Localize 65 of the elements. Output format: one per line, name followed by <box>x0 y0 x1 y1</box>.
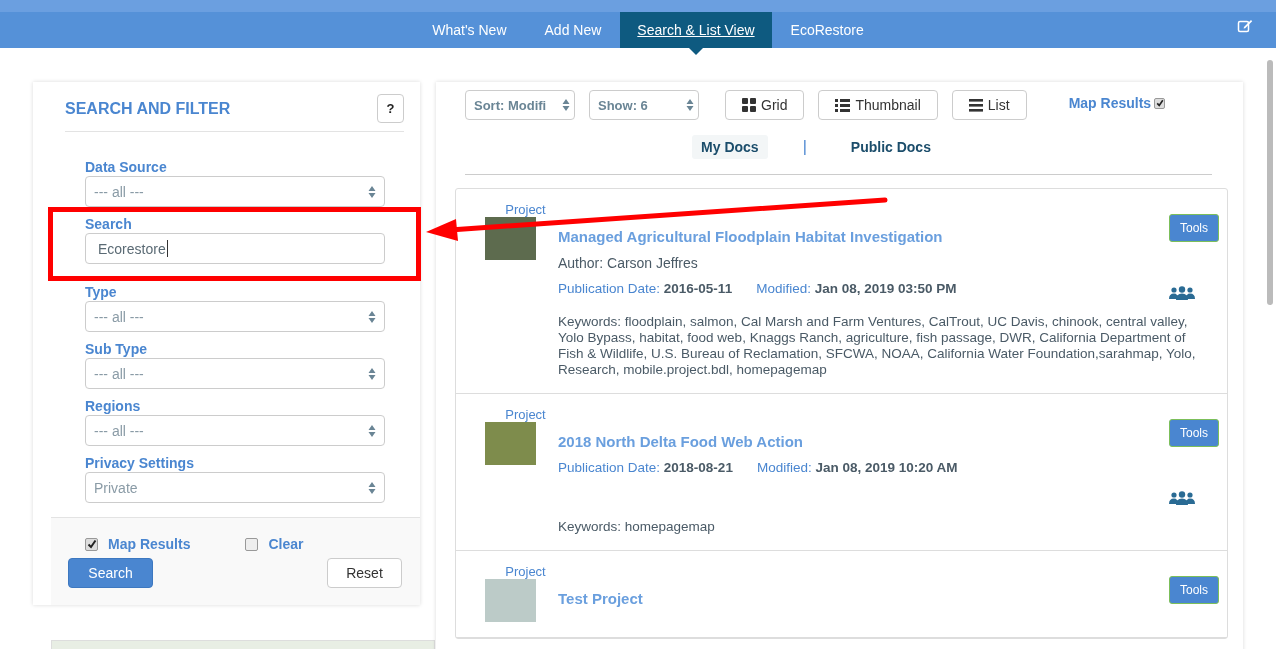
checkbox[interactable] <box>1154 97 1166 109</box>
select-field[interactable]: --- all --- <box>85 176 385 207</box>
result-title-link[interactable]: 2018 North Delta Food Web Action <box>558 433 804 450</box>
view-button[interactable]: Thumbnail <box>818 90 938 120</box>
tools-button[interactable]: Tools <box>1169 419 1219 447</box>
up-down-arrows-icon <box>368 366 376 381</box>
tools-button[interactable]: Tools <box>1169 214 1219 242</box>
modified-date: Modified: Jan 08, 2019 10:20 AM <box>756 460 958 475</box>
select-field[interactable]: --- all --- <box>85 358 385 389</box>
tab-separator: | <box>802 138 807 156</box>
type-label: Project <box>505 202 546 217</box>
edit-icon[interactable] <box>1237 18 1253 34</box>
modified-date: Modified: Jan 08, 2019 03:50 PM <box>756 281 957 296</box>
tools-button[interactable]: Tools <box>1169 576 1219 604</box>
type-label: Project <box>505 564 546 579</box>
nav-tab[interactable]: EcoRestore <box>771 12 883 48</box>
checkbox[interactable] <box>245 537 259 551</box>
group-icon <box>1169 491 1195 505</box>
publication-date: Publication Date: 2018-08-21 <box>558 460 733 475</box>
field-label: Sub Type <box>85 340 147 358</box>
tab-pointer-icon <box>688 48 703 55</box>
checkbox-label[interactable]: Clear <box>268 536 304 552</box>
view-button[interactable]: Grid <box>725 90 805 120</box>
author-text: Author: Carson Jeffres <box>558 255 698 271</box>
nav-tab[interactable]: What's New <box>413 12 526 48</box>
field-label: Privacy Settings <box>85 454 194 472</box>
list-icon <box>835 98 851 112</box>
keywords-text: Keywords: homepagemap <box>558 519 716 535</box>
result-title-link[interactable]: Managed Agricultural Floodplain Habitat Investigation <box>558 228 943 245</box>
docs-tab[interactable]: Public Docs <box>841 135 940 159</box>
checkbox-label[interactable]: Map Results <box>108 536 191 552</box>
view-button[interactable]: List <box>951 90 1027 120</box>
field-label: Regions <box>85 397 141 415</box>
show-select[interactable]: Show: 6 <box>589 90 699 120</box>
publication-date: Publication Date: 2016-05-11 <box>558 281 733 296</box>
field-label: Data Source <box>85 158 167 176</box>
reset-button[interactable]: Reset <box>327 558 402 588</box>
select-field[interactable]: --- all --- <box>85 415 385 446</box>
up-down-arrows-icon <box>368 309 376 324</box>
result-title-link[interactable]: Test Project <box>558 590 643 607</box>
sort-select[interactable]: Sort: Modifi <box>465 90 575 120</box>
search-field[interactable]: Ecorestore <box>85 233 385 264</box>
docs-tab[interactable]: My Docs <box>692 135 768 159</box>
search-button[interactable]: Search <box>68 558 153 588</box>
up-down-arrows-icon <box>562 98 570 112</box>
field-label: Type <box>85 283 117 301</box>
checkbox[interactable] <box>85 537 98 551</box>
up-down-arrows-icon <box>368 423 376 438</box>
up-down-arrows-icon <box>368 480 376 495</box>
nav-tab[interactable]: Add New <box>525 12 621 48</box>
field-label: Search <box>85 215 132 233</box>
up-down-arrows-icon <box>686 98 694 112</box>
map-results-label[interactable]: Map Results <box>1068 95 1152 111</box>
photo-placeholder <box>485 579 536 622</box>
up-down-arrows-icon <box>368 184 376 199</box>
help-button[interactable]: ? <box>377 94 404 123</box>
grid-icon <box>742 98 756 112</box>
panel-title: SEARCH AND FILTER <box>65 99 231 118</box>
type-label: Project <box>505 407 546 422</box>
group-icon <box>1169 286 1195 300</box>
keywords-text: Keywords: floodplain, salmon, Cal Marsh and Farm Ventures, CalTrout, UC Davis, chinook, central valley, Yolo Bypass, habitat, food web, Knaggs Ranch, agriculture, fish passage, DWR, California Department of Fish & Wildlife, U.S. Bureau of Reclamation, SFCWA, NOAA, California Water Foundation,sarahmap, Yolo, Research, mobile.project.bdl, homepagemap <box>558 314 1197 378</box>
select-field[interactable]: --- all --- <box>85 301 385 332</box>
photo-placeholder <box>485 422 536 465</box>
menu-icon <box>968 98 983 112</box>
select-field[interactable]: Private <box>85 472 385 503</box>
